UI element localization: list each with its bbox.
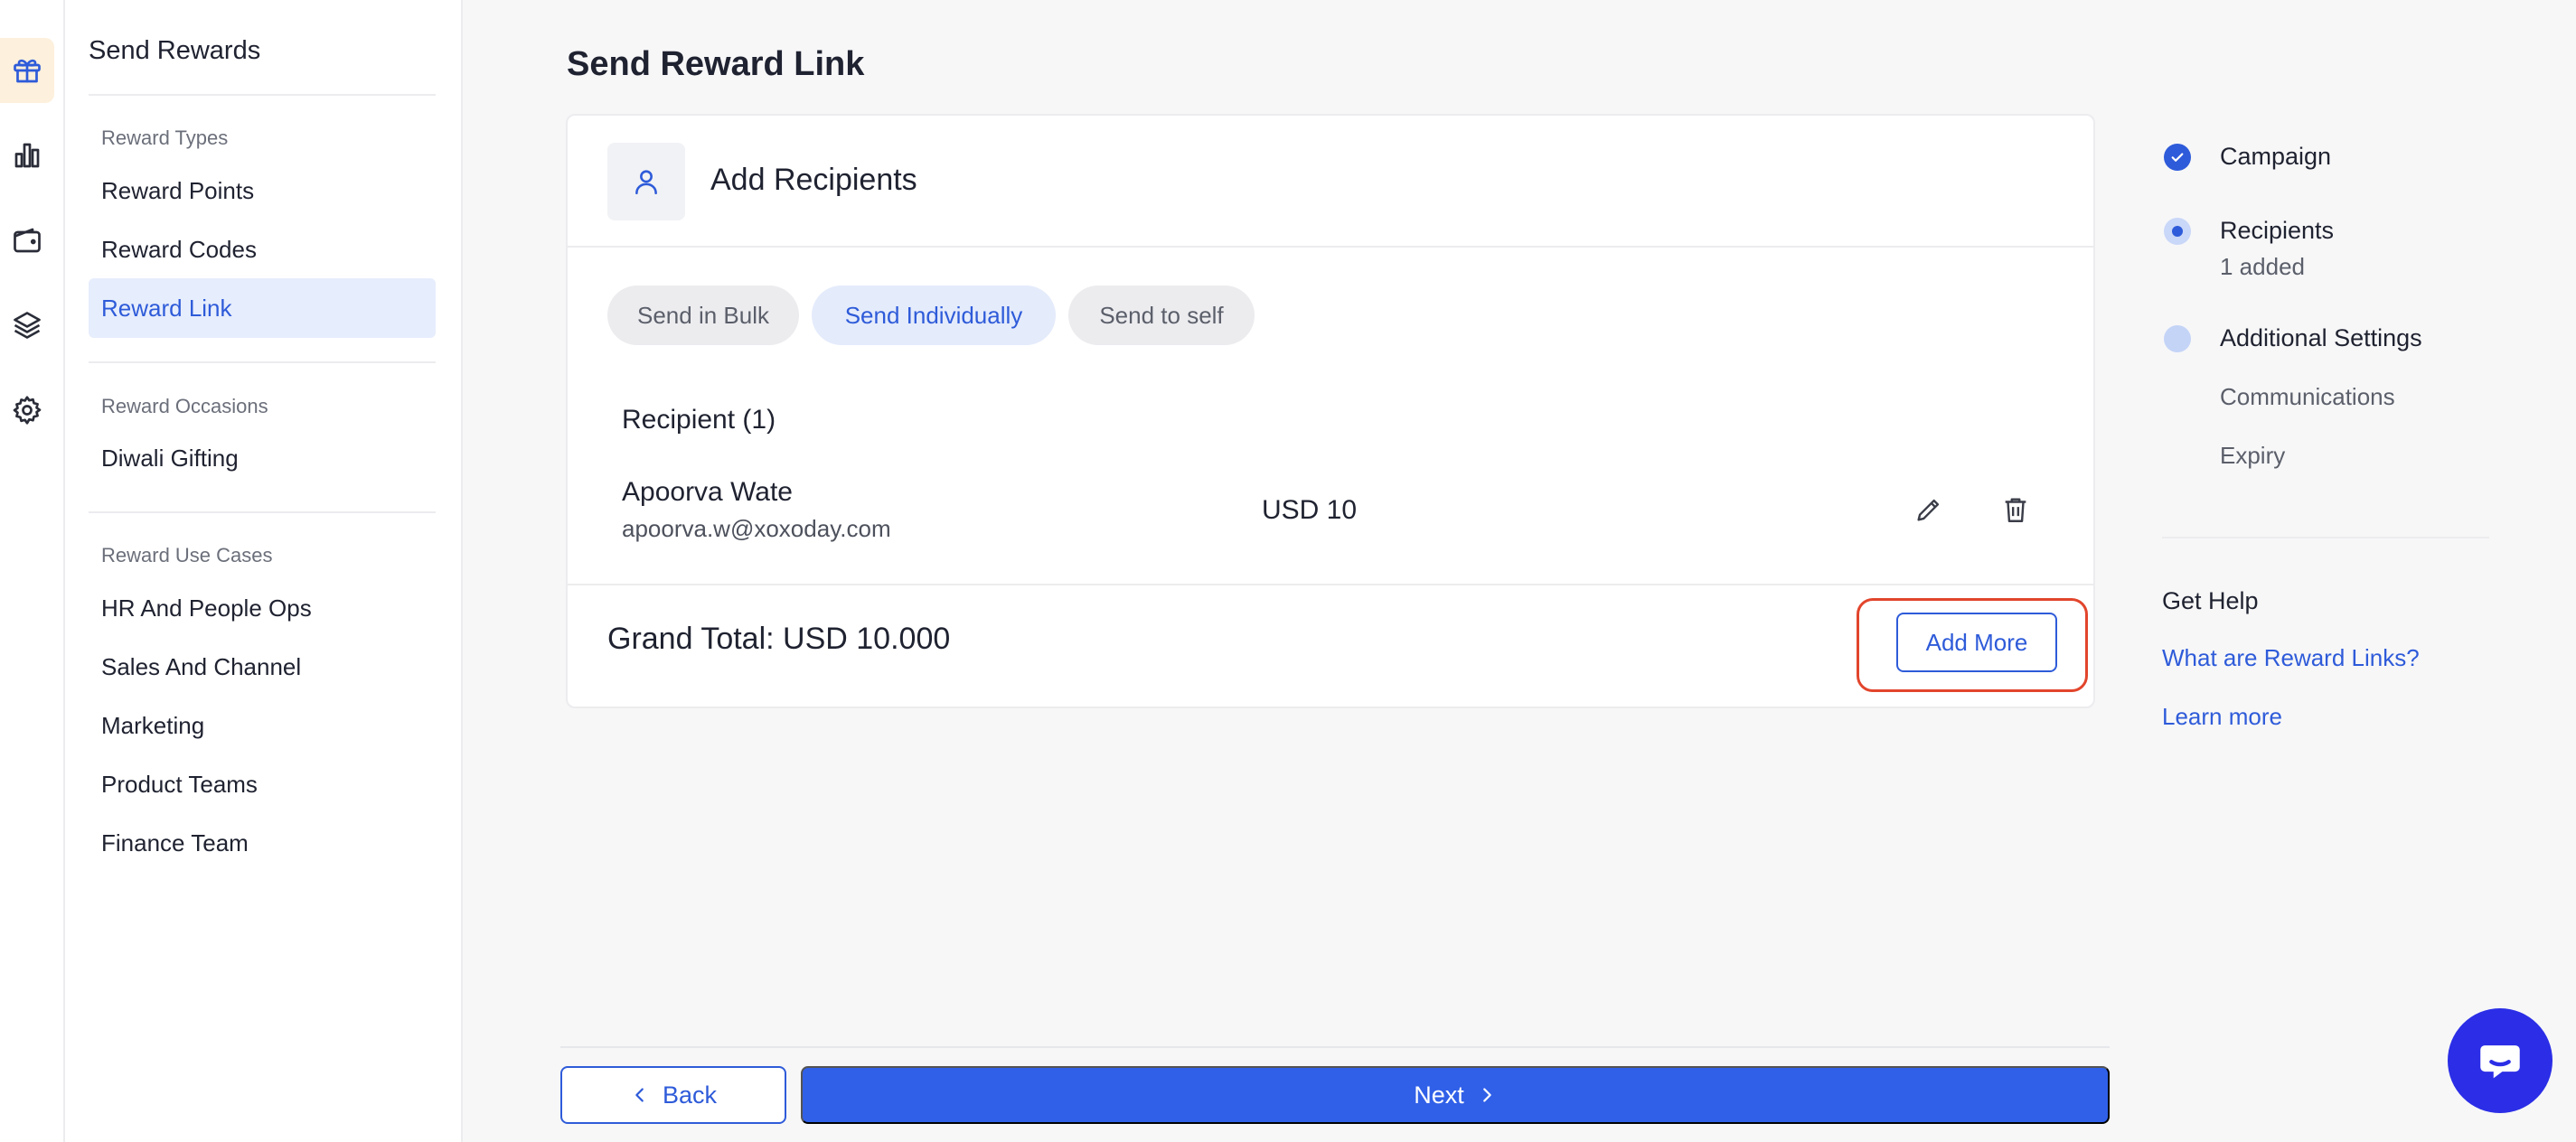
sidebar-divider [89, 511, 436, 513]
step-communications[interactable]: Communications [2220, 383, 2395, 411]
back-button-label: Back [662, 1081, 718, 1109]
rail-analytics[interactable] [0, 123, 54, 188]
back-button[interactable]: Back [560, 1066, 786, 1124]
user-icon [607, 143, 685, 220]
sidebar-item-hr-people-ops[interactable]: HR And People Ops [89, 578, 436, 638]
rail-catalog[interactable] [0, 293, 54, 358]
tab-send-individually[interactable]: Send Individually [812, 286, 1056, 345]
sidebar-divider [89, 361, 436, 363]
step-settings-dot-icon [2164, 325, 2191, 352]
recipient-amount: USD 10 [1262, 495, 1358, 525]
sidebar-divider [89, 94, 436, 96]
delete-recipient-button[interactable] [1994, 488, 2037, 531]
add-more-button[interactable]: Add More [1896, 613, 2057, 672]
next-button[interactable]: Next [801, 1066, 2110, 1124]
recipient-name: Apoorva Wate [622, 477, 793, 507]
sidebar-item-reward-link[interactable]: Reward Link [89, 278, 436, 338]
pencil-icon [1917, 499, 1940, 521]
tab-send-in-bulk[interactable]: Send in Bulk [607, 286, 799, 345]
grand-total: Grand Total: USD 10.000 [607, 622, 951, 656]
sidebar: Send Rewards Reward Types Reward Points … [65, 0, 463, 1142]
trash-icon [2005, 498, 2026, 522]
sidebar-item-marketing[interactable]: Marketing [89, 696, 436, 755]
step-recipients-count: 1 added [2220, 253, 2305, 280]
step-recipients-dot-icon [2164, 218, 2191, 245]
recipients-card: Add Recipients Send in Bulk Send Individ… [566, 114, 2095, 708]
sidebar-item-diwali-gifting[interactable]: Diwali Gifting [89, 428, 436, 488]
help-divider [2162, 537, 2489, 538]
step-additional-settings[interactable]: Additional Settings [2220, 324, 2422, 352]
gift-icon [14, 59, 41, 83]
sidebar-item-finance-team[interactable]: Finance Team [89, 813, 436, 873]
recipient-email: apoorva.w@xoxoday.com [622, 515, 891, 542]
step-campaign[interactable]: Campaign [2220, 143, 2331, 171]
step-campaign-check-icon [2164, 144, 2191, 171]
chat-button[interactable] [2448, 1008, 2552, 1113]
rail-settings[interactable] [0, 378, 54, 443]
tab-send-to-self[interactable]: Send to self [1068, 286, 1255, 345]
section-reward-occasions: Reward Occasions [101, 395, 268, 417]
chevron-right-icon [1482, 1088, 1491, 1102]
wallet-icon [14, 228, 41, 253]
rail-rewards[interactable] [0, 38, 54, 103]
card-divider [568, 584, 2093, 585]
card-header: Add Recipients [568, 116, 2093, 248]
card-title: Add Recipients [710, 163, 917, 197]
sidebar-item-reward-points[interactable]: Reward Points [89, 161, 436, 220]
section-reward-use-cases: Reward Use Cases [101, 544, 273, 566]
sidebar-title: Send Rewards [89, 36, 261, 65]
chevron-left-icon [635, 1088, 644, 1102]
icon-rail [0, 0, 65, 1142]
next-button-label: Next [1414, 1081, 1464, 1109]
chat-bubble-icon [2480, 1045, 2520, 1079]
sidebar-item-product-teams[interactable]: Product Teams [89, 754, 436, 814]
gear-icon [13, 396, 42, 425]
help-link-reward-links[interactable]: What are Reward Links? [2162, 644, 2420, 672]
help-link-learn-more[interactable]: Learn more [2162, 703, 2282, 731]
footer-divider [560, 1046, 2110, 1048]
layers-icon [14, 312, 41, 339]
rail-wallet[interactable] [0, 208, 54, 273]
step-expiry[interactable]: Expiry [2220, 442, 2285, 470]
help-title: Get Help [2162, 587, 2259, 614]
recipient-heading: Recipient (1) [622, 405, 776, 435]
edit-recipient-button[interactable] [1907, 488, 1951, 531]
step-recipients[interactable]: Recipients [2220, 217, 2334, 245]
sidebar-item-sales-channel[interactable]: Sales And Channel [89, 637, 436, 697]
bar-chart-icon [14, 143, 40, 168]
sidebar-item-reward-codes[interactable]: Reward Codes [89, 220, 436, 279]
section-reward-types: Reward Types [101, 126, 229, 149]
page-title: Send Reward Link [567, 45, 865, 83]
